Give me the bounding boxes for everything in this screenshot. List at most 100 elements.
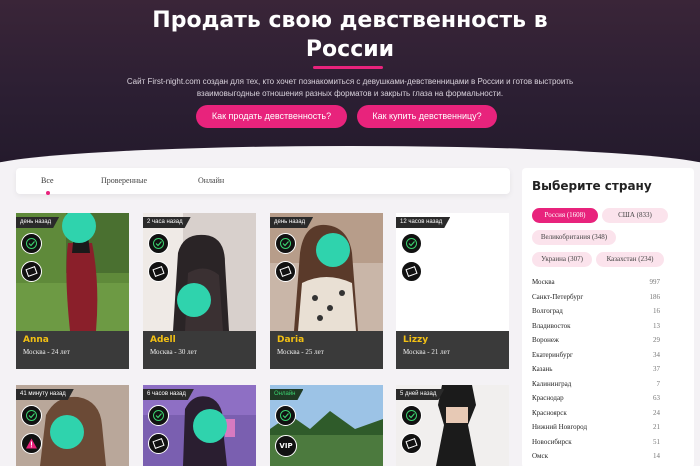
face-blur <box>177 283 211 317</box>
city-item[interactable]: Новосибирск 51 <box>532 438 660 451</box>
profile-name: Anna <box>23 335 49 345</box>
city-item[interactable]: Воронеж 29 <box>532 336 660 349</box>
city-name: Санкт-Петербург <box>532 292 584 301</box>
city-name: Владивосток <box>532 321 571 330</box>
city-name: Калининград <box>532 379 572 388</box>
tab-all[interactable]: Все <box>41 176 54 185</box>
city-name: Волгоград <box>532 307 563 315</box>
warning-icon <box>21 433 42 454</box>
how-to-buy-button[interactable]: Как купить девственницу? <box>357 105 497 128</box>
verified-icon <box>275 405 296 426</box>
verified-icon <box>401 405 422 426</box>
verified-icon <box>401 233 422 254</box>
city-item[interactable]: Краснодар 63 <box>532 394 660 407</box>
city-name: Новосибирск <box>532 437 572 446</box>
city-name: Воронеж <box>532 336 559 344</box>
city-count: 7 <box>656 379 661 388</box>
profile-card[interactable]: день назад Daria Москва - 25 лет <box>270 213 383 369</box>
title-underline <box>313 66 383 69</box>
page-title: Продать свою девственность в России <box>152 8 548 62</box>
country-chip-russia[interactable]: Россия (1608) <box>532 208 598 223</box>
verified-icon <box>275 233 296 254</box>
city-item[interactable]: Владивосток 13 <box>532 322 660 335</box>
city-count: 24 <box>653 408 660 417</box>
profile-name: Lizzy <box>403 335 429 345</box>
hero-description: Сайт First-night.com создан для тех, кто… <box>126 77 574 98</box>
city-name: Казань <box>532 365 553 373</box>
country-chip-usa[interactable]: США (833) <box>602 208 668 223</box>
city-item[interactable]: Санкт-Петербург 186 <box>532 293 660 306</box>
virgin-icon <box>275 261 296 282</box>
profile-card[interactable]: 6 часов назад <box>143 385 256 466</box>
vip-badge: VIP <box>275 435 297 457</box>
profile-location-age: Москва - 21 лет <box>403 348 450 356</box>
time-badge: 5 дней назад <box>396 389 444 400</box>
profile-location-age: Москва - 25 лет <box>277 348 324 356</box>
verified-icon <box>148 405 169 426</box>
time-badge: день назад <box>16 217 59 228</box>
city-item[interactable]: Екатеринбург 34 <box>532 351 660 364</box>
country-chip-uk[interactable]: Великобритания (348) <box>532 230 616 245</box>
city-count: 51 <box>653 437 660 446</box>
verified-icon <box>148 233 169 254</box>
city-count: 16 <box>653 307 660 315</box>
profile-card[interactable]: день назад Anna Москва - 24 лет <box>16 213 129 369</box>
virgin-icon <box>401 261 422 282</box>
country-chip-ukraine[interactable]: Украина (307) <box>532 252 592 267</box>
profile-card[interactable]: 5 дней назад <box>396 385 509 466</box>
profile-name: Daria <box>277 335 305 345</box>
city-count: 21 <box>653 423 660 431</box>
verified-icon <box>21 405 42 426</box>
virgin-icon <box>148 433 169 454</box>
city-count: 13 <box>653 321 660 330</box>
city-count: 186 <box>649 292 661 301</box>
city-item[interactable]: Омск 14 <box>532 452 660 465</box>
sidebar-title: Выберите страну <box>532 179 652 193</box>
tab-online[interactable]: Онлайн <box>198 176 224 185</box>
city-name: Красноярск <box>532 408 567 417</box>
city-count: 63 <box>653 394 660 402</box>
active-tab-indicator <box>46 191 50 195</box>
virgin-icon <box>21 261 42 282</box>
time-badge: 12 часов назад <box>396 217 450 228</box>
tab-verified[interactable]: Проверенные <box>101 176 147 185</box>
city-count: 997 <box>649 278 661 286</box>
city-item[interactable]: Красноярск 24 <box>532 409 660 422</box>
city-name: Москва <box>532 278 555 286</box>
city-count: 34 <box>653 350 660 359</box>
city-item[interactable]: Волгоград 16 <box>532 307 660 320</box>
profile-card[interactable]: 2 часа назад Adell Москва - 30 лет <box>143 213 256 369</box>
time-badge: 2 часа назад <box>143 217 191 228</box>
time-badge: день назад <box>270 217 313 228</box>
country-sidebar: Выберите страну Россия (1608) США (833) … <box>522 168 694 466</box>
country-chip-kazakhstan[interactable]: Казахстан (234) <box>596 252 664 267</box>
city-name: Нижний Новгород <box>532 423 588 431</box>
city-name: Краснодар <box>532 394 564 402</box>
hero-banner: Продать свою девственность в России Сайт… <box>0 0 700 165</box>
city-name: Екатеринбург <box>532 350 573 359</box>
city-name: Омск <box>532 452 548 460</box>
how-to-sell-button[interactable]: Как продать девственность? <box>196 105 347 128</box>
profile-card[interactable]: 12 часов назад Lizzy Москва - 21 лет <box>396 213 509 369</box>
filter-tabs: Все Проверенные Онлайн <box>16 168 510 195</box>
city-count: 14 <box>653 452 660 460</box>
profile-card[interactable]: 41 минуту назад <box>16 385 129 466</box>
city-item[interactable]: Нижний Новгород 21 <box>532 423 660 436</box>
city-item[interactable]: Калининград 7 <box>532 380 660 393</box>
face-blur <box>50 415 84 449</box>
verified-icon <box>21 233 42 254</box>
profile-card[interactable]: Онлайн VIP <box>270 385 383 466</box>
face-blur <box>316 233 350 267</box>
city-item[interactable]: Казань 37 <box>532 365 660 378</box>
city-item[interactable]: Москва 997 <box>532 278 660 291</box>
profile-location-age: Москва - 24 лет <box>23 348 70 356</box>
hero-wave-divider <box>0 146 700 165</box>
profile-name: Adell <box>150 335 176 345</box>
profile-location-age: Москва - 30 лет <box>150 348 197 356</box>
virgin-icon <box>401 433 422 454</box>
face-blur <box>193 409 227 443</box>
virgin-icon <box>148 261 169 282</box>
time-badge: 6 часов назад <box>143 389 194 400</box>
city-count: 29 <box>653 336 660 344</box>
city-count: 37 <box>653 365 660 373</box>
